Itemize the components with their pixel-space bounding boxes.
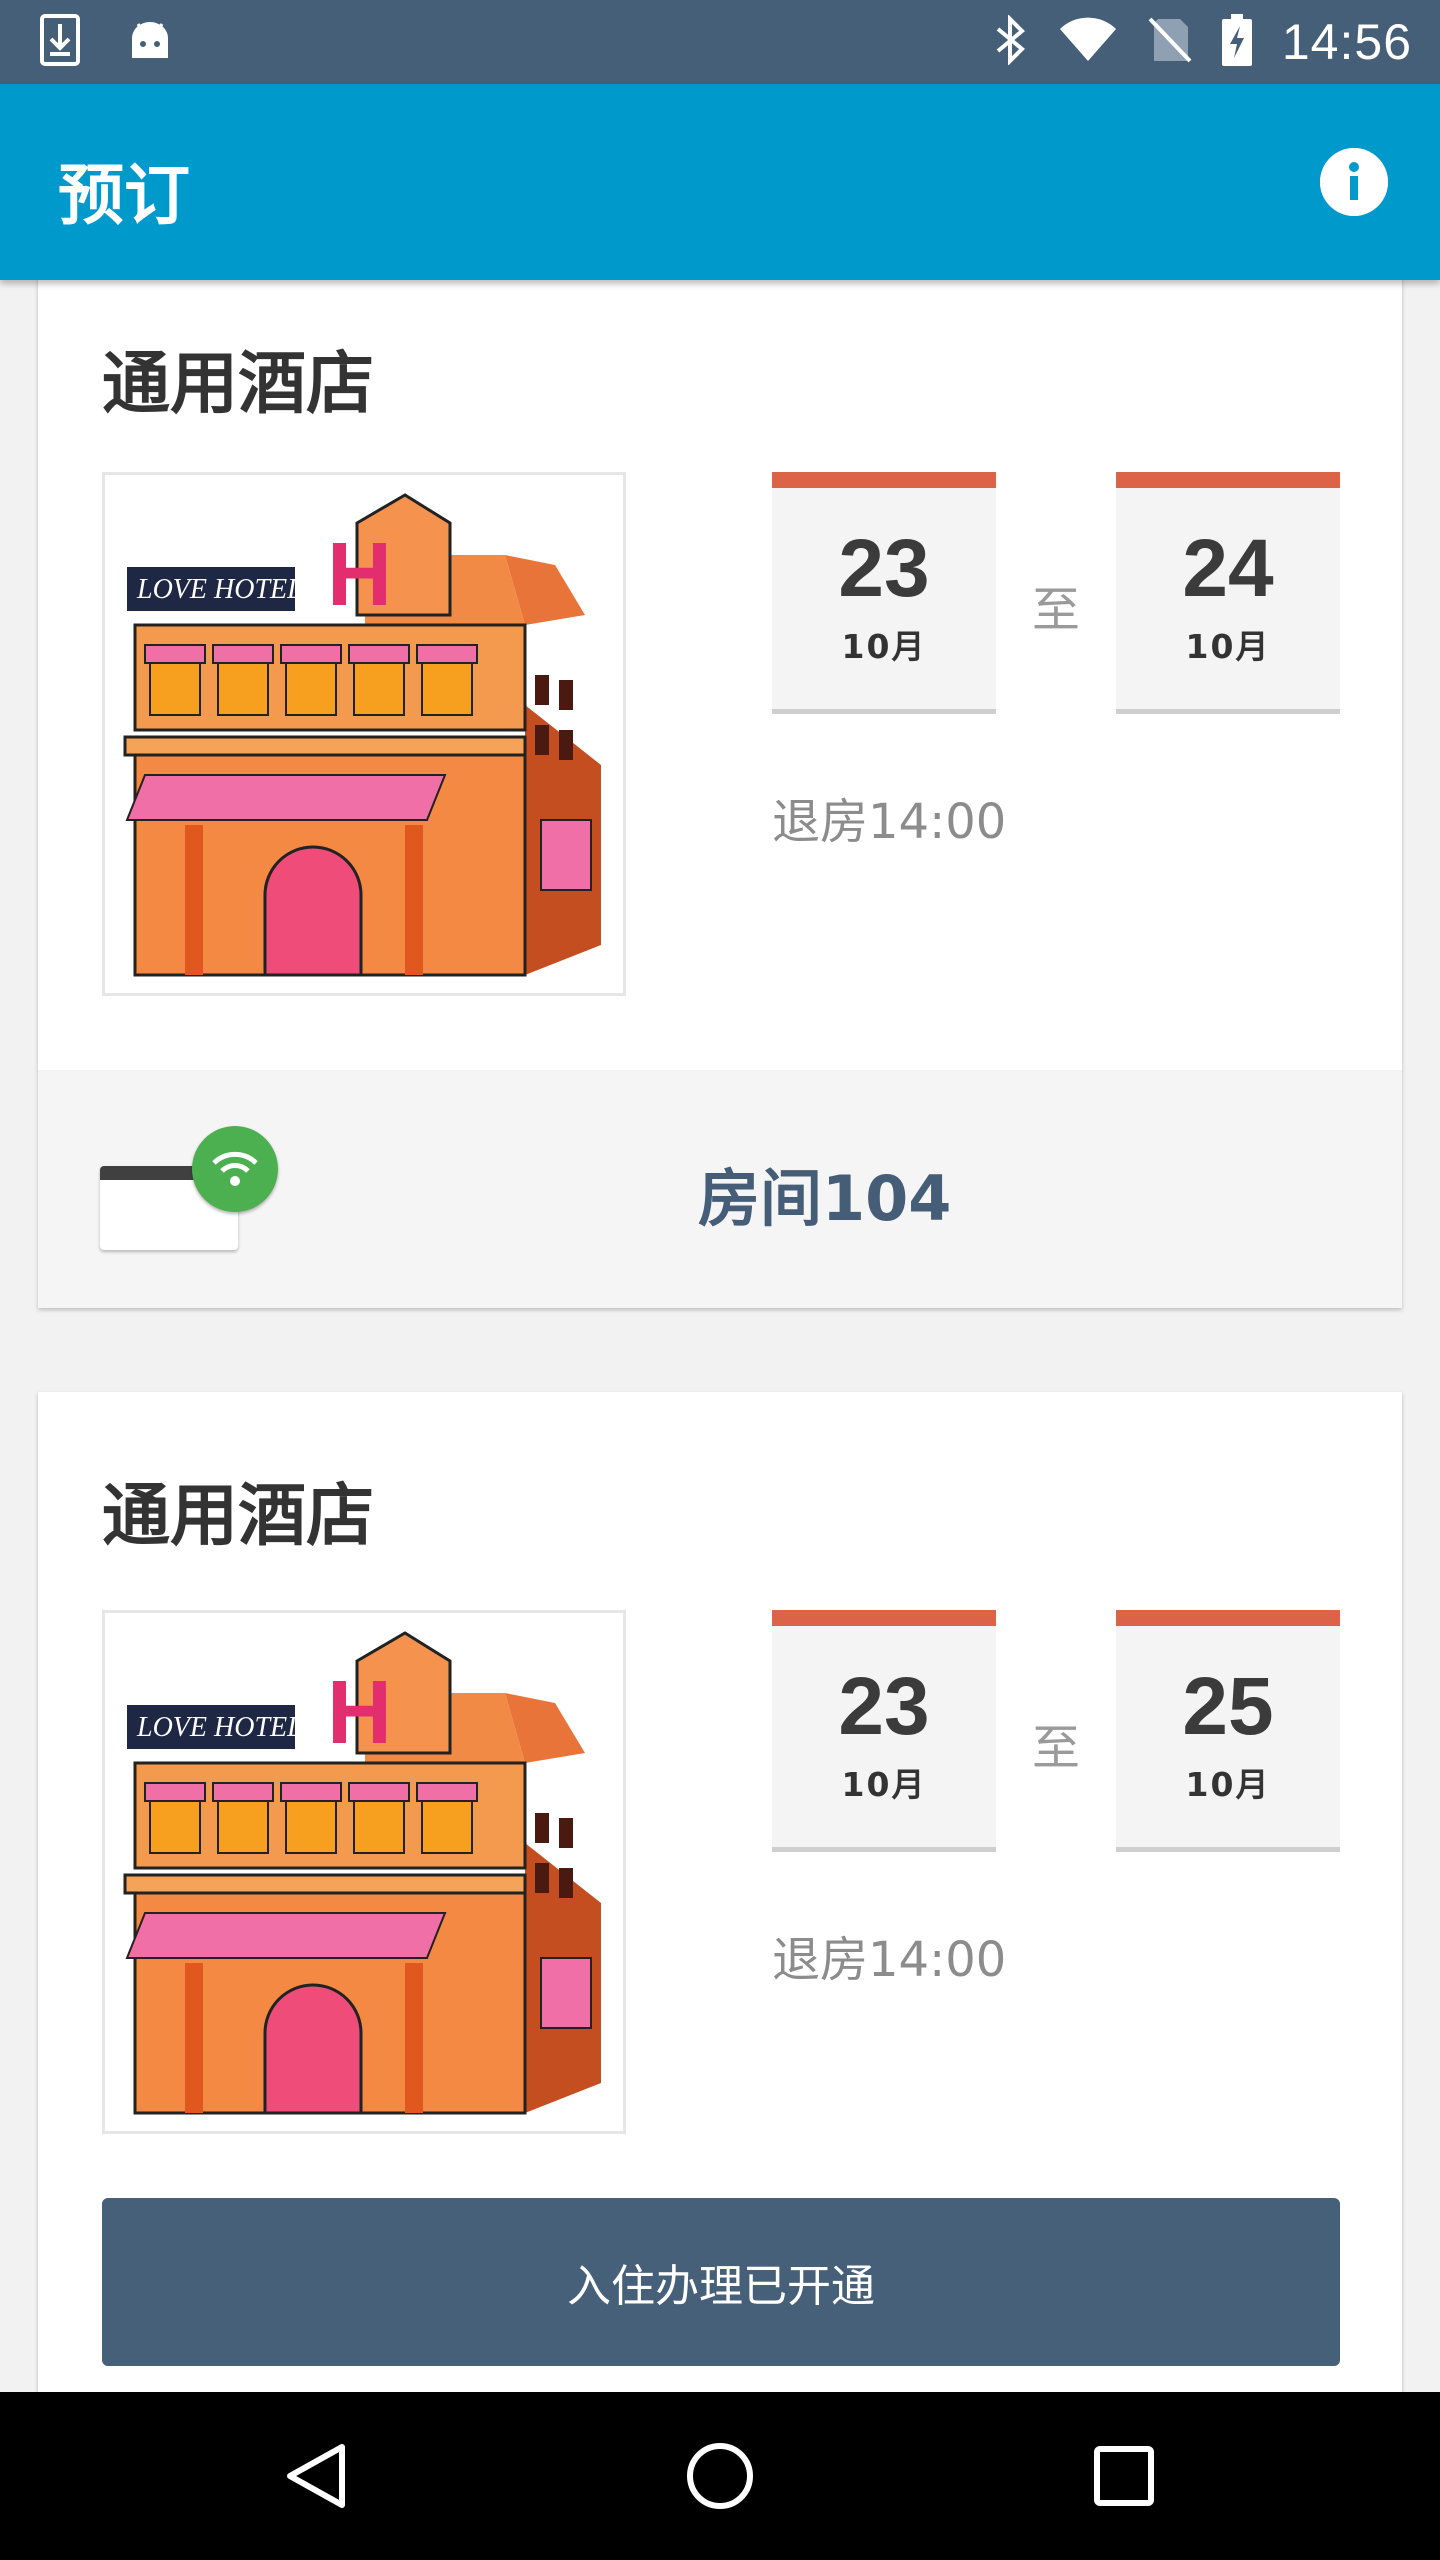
check-in-button[interactable]: 入住办理已开通 (102, 2198, 1340, 2366)
checkout-time: 退房14:00 (772, 1932, 1007, 1988)
clock: 14:56 (1281, 14, 1412, 70)
check-out-day: 24 (1182, 523, 1274, 614)
check-in-day: 23 (838, 1661, 930, 1752)
wifi-icon (1058, 17, 1118, 67)
hotel-image: H LOVE HOTEL (102, 1610, 626, 2134)
check-out-month: 10月 (1185, 1765, 1271, 1804)
page-title: 预订 (58, 157, 190, 234)
app-bar: 预订 (0, 84, 1440, 280)
info-button[interactable] (1320, 148, 1388, 216)
check-out-month: 10月 (1185, 627, 1271, 666)
no-sim-icon (1148, 15, 1192, 69)
booking-list[interactable]: 通用酒店 H LOVE HOTEL 23 10月 至 24 10月 退房14:0… (0, 280, 1440, 2392)
check-in-date: 23 10月 (772, 472, 996, 714)
svg-text:H: H (327, 1663, 392, 1763)
check-out-date: 25 10月 (1116, 1610, 1340, 1852)
svg-text:LOVE HOTEL: LOVE HOTEL (136, 574, 303, 605)
bluetooth-icon (994, 14, 1028, 69)
check-in-month: 10月 (841, 1765, 927, 1804)
check-in-day: 23 (838, 523, 930, 614)
status-bar: 14:56 (0, 0, 1440, 84)
hotel-name: 通用酒店 (102, 1477, 375, 1556)
hotel-name: 通用酒店 (102, 345, 375, 424)
hotel-image: H LOVE HOTEL (102, 472, 626, 996)
date-separator: 至 (1032, 1720, 1081, 1776)
room-info[interactable]: 房间104 (38, 1070, 1402, 1308)
booking-card[interactable]: 通用酒店 H LOVE HOTEL (38, 1392, 1402, 2392)
download-icon (40, 14, 80, 70)
check-in-date: 23 10月 (772, 1610, 996, 1852)
svg-text:LOVE HOTEL: LOVE HOTEL (136, 1712, 303, 1743)
room-number: 房间104 (698, 1162, 952, 1235)
checkout-time: 退房14:00 (772, 794, 1007, 850)
navigation-bar (0, 2392, 1440, 2560)
check-in-month: 10月 (841, 627, 927, 666)
booking-card[interactable]: 通用酒店 H LOVE HOTEL (38, 280, 1402, 1308)
date-separator: 至 (1032, 582, 1081, 638)
android-icon (128, 18, 172, 66)
recents-icon (1094, 2446, 1154, 2506)
info-icon (1320, 148, 1388, 216)
back-icon (287, 2444, 345, 2508)
battery-charging-icon (1221, 14, 1252, 70)
back-button[interactable] (276, 2436, 356, 2516)
recents-button[interactable] (1084, 2436, 1164, 2516)
home-button[interactable] (680, 2436, 760, 2516)
key-card-wifi-icon (192, 1126, 278, 1212)
check-out-day: 25 (1182, 1661, 1274, 1752)
check-out-date: 24 10月 (1116, 472, 1340, 714)
svg-text:H: H (327, 525, 392, 625)
home-icon (687, 2443, 753, 2509)
